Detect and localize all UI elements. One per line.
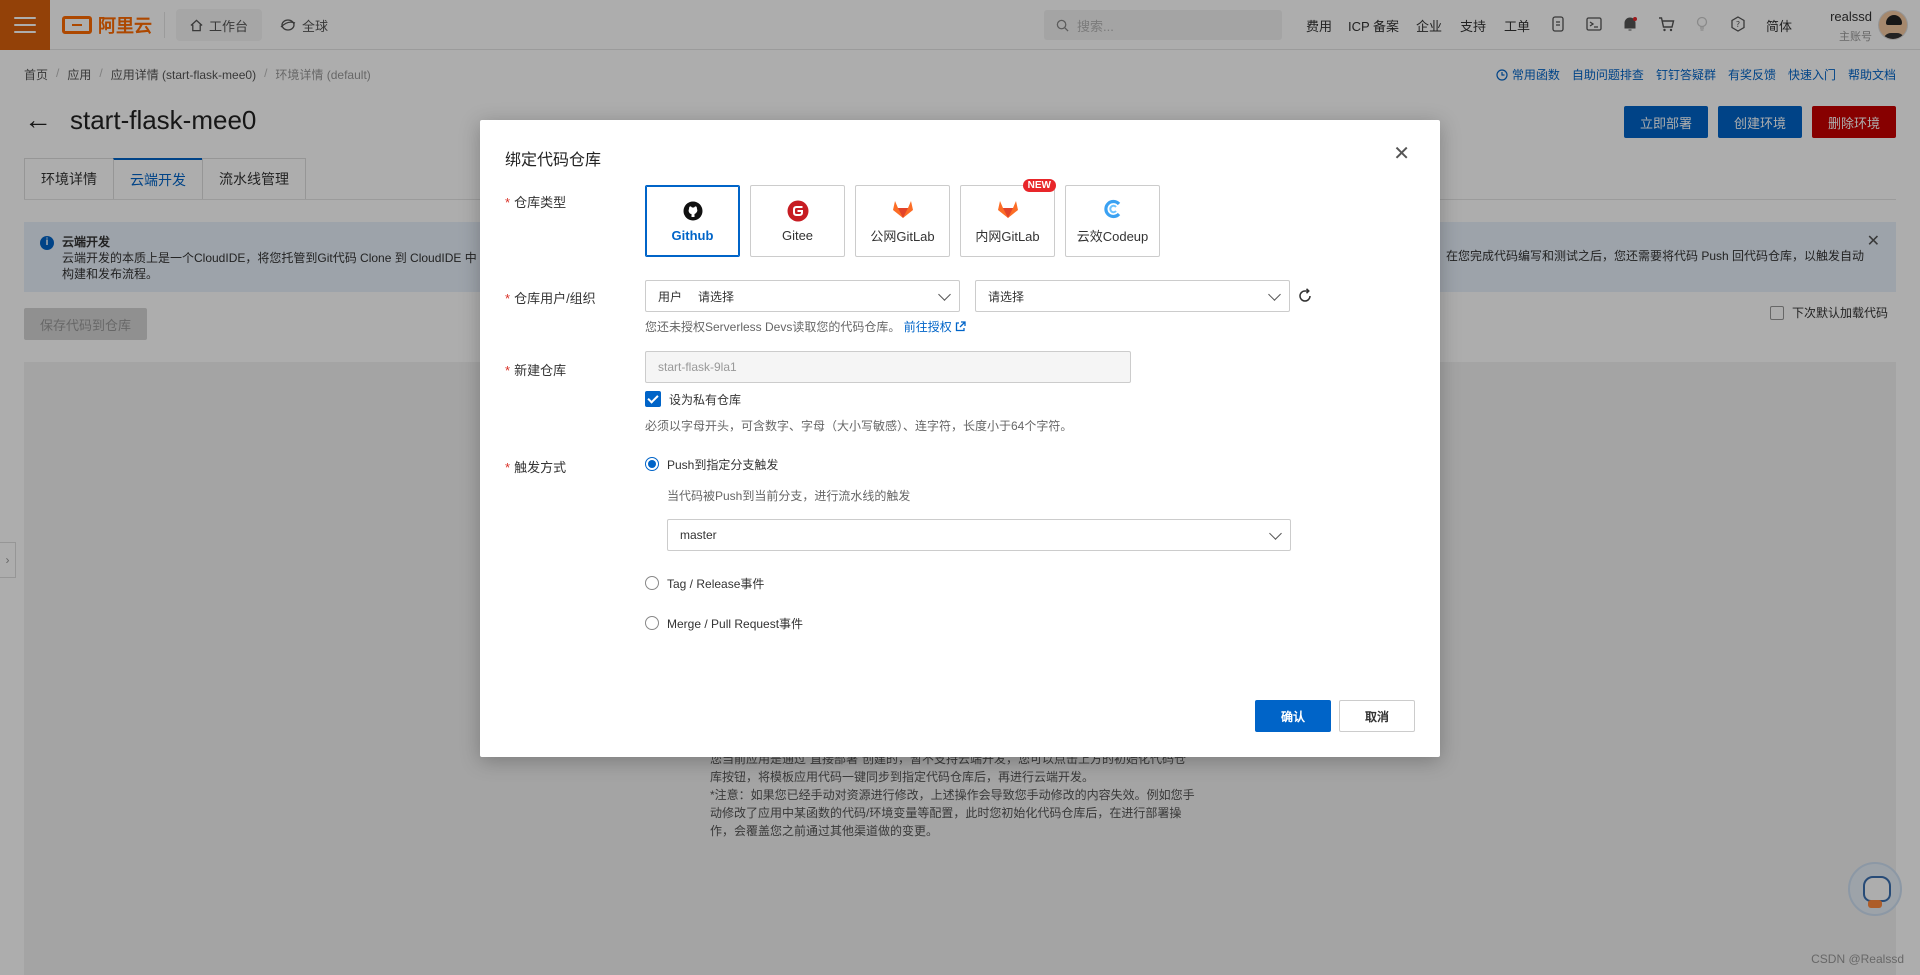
repo-type-options: Github Gitee 公网GitLab NEW 内网GitLab 云效Cod… [645, 179, 1160, 257]
gitlab-icon [997, 198, 1019, 220]
auth-hint: 您还未授权Serverless Devs读取您的代码仓库。 前往授权 [645, 318, 966, 335]
repo-type-label-text: Github [671, 227, 714, 243]
gitee-icon [787, 200, 809, 222]
repo-owner-label: * 仓库用户/组织 [505, 291, 596, 306]
bind-repo-dialog: 绑定代码仓库 ✕ * 仓库类型 Github Gitee 公网GitLab NEW [480, 120, 1440, 757]
repo-type-label: * 仓库类型 [505, 195, 567, 210]
trigger-tag-radio[interactable] [645, 576, 659, 590]
close-icon[interactable]: ✕ [1393, 144, 1410, 164]
trigger-push-label[interactable]: Push到指定分支触发 [667, 456, 778, 473]
new-repo-label: * 新建仓库 [505, 363, 567, 378]
trigger-merge-radio[interactable] [645, 616, 659, 630]
cancel-button[interactable]: 取消 [1339, 700, 1415, 732]
owner-select[interactable]: 用户 请选择 [645, 280, 960, 312]
refresh-icon[interactable] [1297, 288, 1313, 304]
new-repo-input[interactable]: start-flask-9la1 [645, 351, 1131, 383]
gitlab-icon [892, 198, 914, 220]
new-repo-placeholder: start-flask-9la1 [658, 360, 737, 374]
codeup-icon [1102, 198, 1124, 220]
repo-type-label-text: 云效Codeup [1076, 228, 1149, 244]
repo-type-label-text: 公网GitLab [870, 228, 935, 244]
authorize-link[interactable]: 前往授权 [904, 320, 952, 334]
repo-type-private-gitlab[interactable]: NEW 内网GitLab [960, 179, 1056, 257]
repo-type-label-text: 内网GitLab [975, 228, 1040, 244]
private-repo-checkbox[interactable] [645, 391, 661, 407]
repo-type-gitee[interactable]: Gitee [750, 185, 845, 257]
repo-name-rule: 必须以字母开头，可含数字、字母（大小写敏感）、连字符，长度小于64个字符。 [645, 419, 1073, 433]
trigger-merge-label[interactable]: Merge / Pull Request事件 [667, 615, 803, 632]
branch-value: master [680, 528, 717, 542]
owner-select-placeholder: 请选择 [698, 289, 735, 304]
org-select-placeholder: 请选择 [988, 289, 1025, 304]
dialog-title: 绑定代码仓库 [505, 152, 602, 169]
repo-type-codeup[interactable]: 云效Codeup [1065, 185, 1160, 257]
chevron-down-icon [1269, 527, 1282, 540]
external-link-icon[interactable] [955, 321, 966, 332]
chevron-down-icon [938, 288, 951, 301]
owner-type-label: 用户 [658, 289, 683, 304]
confirm-button[interactable]: 确认 [1255, 700, 1331, 732]
repo-type-public-gitlab[interactable]: 公网GitLab [855, 185, 950, 257]
repo-type-label-text: Gitee [781, 227, 814, 243]
new-badge: NEW [1022, 179, 1056, 192]
trigger-tag-label[interactable]: Tag / Release事件 [667, 575, 764, 592]
github-icon [682, 200, 704, 222]
chevron-down-icon [1268, 288, 1281, 301]
branch-select[interactable]: master [667, 519, 1291, 551]
repo-type-github[interactable]: Github [645, 185, 740, 257]
org-select[interactable]: 请选择 [975, 280, 1290, 312]
push-trigger-hint: 当代码被Push到当前分支，进行流水线的触发 [667, 489, 911, 503]
private-repo-label[interactable]: 设为私有仓库 [669, 391, 741, 408]
trigger-label: * 触发方式 [505, 460, 567, 475]
trigger-push-radio[interactable] [645, 457, 659, 471]
